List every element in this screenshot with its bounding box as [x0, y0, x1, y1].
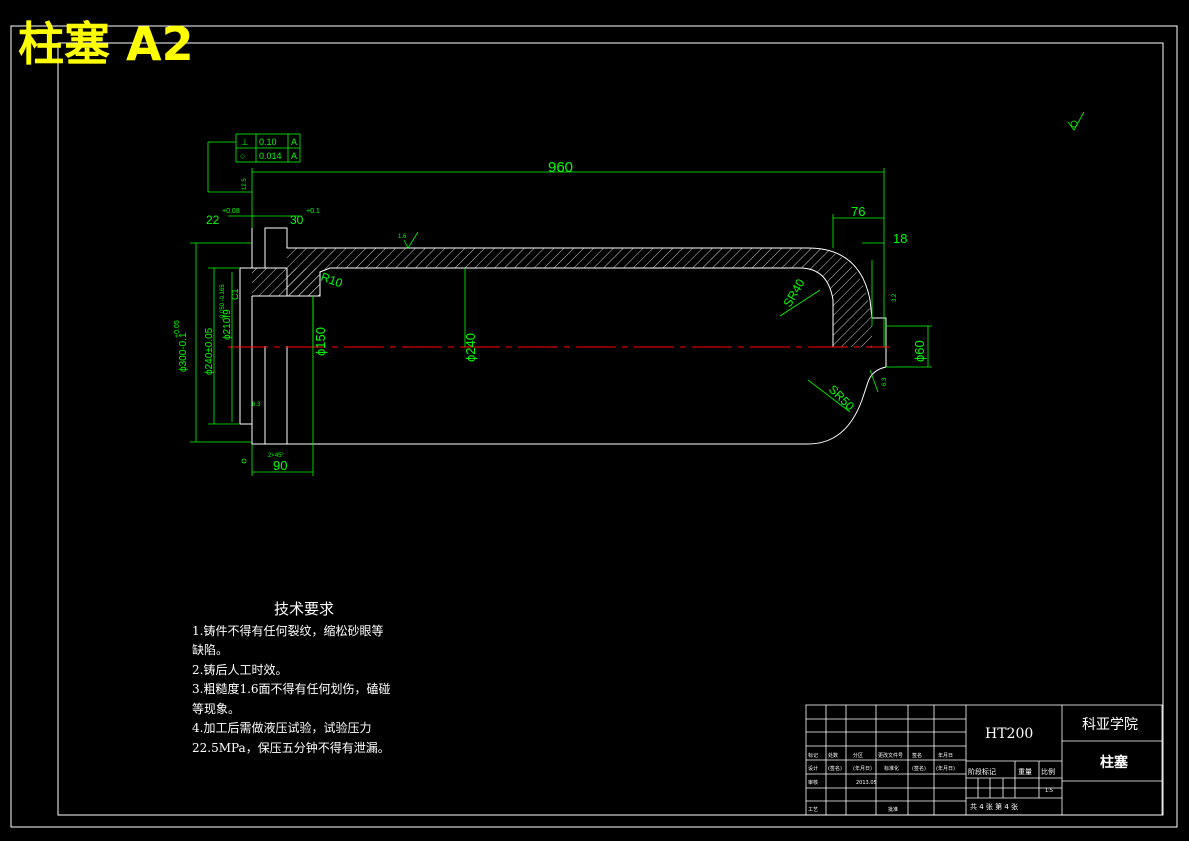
dim-groove-a: 22: [206, 213, 220, 227]
datum-a-1: A: [291, 137, 297, 147]
design-label-5: (签名): [912, 765, 926, 772]
section-hatching: [252, 248, 872, 347]
design-label-1: 设计: [808, 765, 818, 772]
note-line-6: 4.加工后需做液压试验，试验压力: [192, 721, 372, 735]
scale-value: 1:5: [1045, 788, 1053, 794]
note-line-5: 等现象。: [192, 701, 241, 716]
date-value: 2013.05: [856, 780, 877, 786]
dim-dia-240-tol: ϕ240±0.05: [204, 327, 215, 375]
dim-groove-b: 30: [290, 213, 304, 227]
general-roughness-icon: [1067, 111, 1085, 131]
tolerance-value-1: 0.10: [259, 137, 277, 147]
school-name: 科亚学院: [1082, 717, 1138, 733]
material: HT200: [985, 726, 1033, 742]
dim-sphere-small: SR40: [780, 276, 807, 309]
note-line-7: 22.5MPa，保压五分钟不得有泄漏。: [192, 740, 390, 755]
dimension-lines: [190, 141, 932, 476]
dim-dia-210-tol: -0.050 -0.165: [220, 284, 226, 320]
roughness-small-a: 12.5: [242, 178, 248, 190]
stage-header-3: 比例: [1041, 767, 1055, 776]
dim-groove-b-tol: +0.1: [306, 208, 320, 215]
row-label-2: 处数: [828, 752, 838, 759]
cad-drawing: 柱塞 A2 ⊥ 0.10 A ○ 0.014 A 960 76 18 22 +0…: [10, 17, 1178, 828]
dim-sphere-large: SR50: [826, 382, 857, 413]
perpendicular-symbol: ⊥: [241, 137, 249, 147]
note-line-2: 缺陷。: [192, 643, 229, 657]
note-line-1: 1.铸件不得有任何裂纹，缩松砂眼等: [192, 623, 384, 638]
row-label-1: 标记: [808, 752, 818, 759]
roughness-value: 1.6: [398, 234, 407, 240]
design-label-4: 标准化: [884, 765, 899, 772]
stage-header-1: 阶段标记: [968, 767, 996, 776]
dim-overall-length: 960: [548, 159, 573, 176]
dim-fillet: R10: [319, 270, 345, 291]
note-line-4: 3.粗糙度1.6面不得有任何划伤，磕碰: [192, 682, 391, 696]
dim-bottom-length: 90: [273, 458, 287, 473]
part-name: 柱塞: [1100, 754, 1129, 771]
check-label-3: 批准: [888, 806, 898, 813]
row-label-5: 签名: [912, 752, 922, 759]
row-label-3: 分区: [853, 752, 863, 759]
technical-requirements: 技术要求 1.铸件不得有任何裂纹，缩松砂眼等 缺陷。 2.铸后人工时效。 3.粗…: [192, 600, 452, 758]
notes-title: 技术要求: [274, 600, 335, 618]
circularity-symbol: ○: [240, 151, 245, 161]
note-line-3: 2.铸后人工时效。: [192, 662, 288, 677]
check-label-2: 工艺: [808, 807, 818, 813]
design-label-2: (签名): [828, 765, 842, 772]
row-label-6: 年月日: [938, 752, 953, 759]
dim-bottom-note: 2×45°: [268, 453, 285, 459]
dim-head-step: 18: [893, 231, 907, 246]
design-label-6: (年月日): [936, 765, 955, 772]
stage-header-2: 重量: [1018, 768, 1032, 776]
dim-dia-300-tol: +0.05: [174, 320, 181, 338]
row-label-4: 更改文件号: [878, 752, 903, 759]
roughness-small-c: 6.3: [882, 377, 888, 386]
dim-dia-150: ϕ150: [313, 327, 328, 356]
sheet-title: 柱塞 A2: [18, 17, 194, 71]
dim-groove-a-tol: +0.08: [222, 208, 240, 215]
sheet-info: 共 4 张 第 4 张: [970, 802, 1018, 811]
roughness-circle-icon: [1070, 120, 1078, 128]
dim-chamfer: C1: [230, 288, 240, 300]
tolerance-value-2: 0.014: [259, 151, 282, 161]
roughness-small-d: 6.3: [252, 402, 261, 408]
dim-head-length: 76: [851, 204, 865, 219]
datum-a-2: A: [291, 151, 297, 161]
dim-dia-60: ϕ60: [912, 340, 927, 362]
check-label-1: 审核: [808, 779, 818, 786]
design-label-3: (年月日): [853, 765, 872, 772]
dim-dia-240: ϕ240: [463, 333, 478, 362]
roughness-small-b: 3.2: [892, 293, 898, 302]
outer-frame: [10, 25, 1178, 828]
datum-marker-icon: [241, 458, 247, 464]
